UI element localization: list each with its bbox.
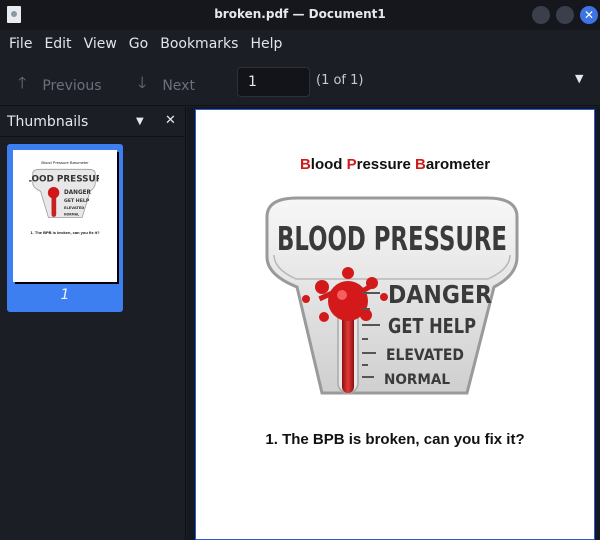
sidebar-dropdown-icon[interactable]: ▼ xyxy=(136,116,144,127)
previous-label: Previous xyxy=(42,77,102,94)
document-question: 1. The BPB is broken, can you fix it? xyxy=(265,431,525,448)
svg-text:ELEVATED: ELEVATED xyxy=(386,345,464,364)
svg-text:GET HELP: GET HELP xyxy=(388,314,476,338)
thumbnail-preview: Blood Pressure Barometer BLOOD PRESSURE … xyxy=(13,150,117,282)
document-view[interactable]: Blood Pressure Barometer BLOOD PRESSURE … xyxy=(187,107,600,540)
document-title: Blood Pressure Barometer xyxy=(299,156,491,173)
minimize-button[interactable] xyxy=(532,6,550,24)
thumbnail-title: Blood Pressure Barometer xyxy=(41,160,89,165)
page-number-input[interactable]: 1 xyxy=(237,67,310,97)
thumbnails-sidebar: Thumbnails ▼ ✕ Blood Pressure Barometer … xyxy=(0,107,186,540)
svg-text:GET HELP: GET HELP xyxy=(64,198,90,204)
svg-text:DANGER: DANGER xyxy=(388,280,492,309)
pdf-viewer-window: broken.pdf — Document1 ✕ File Edit View … xyxy=(0,0,600,540)
menu-help[interactable]: Help xyxy=(245,36,287,52)
svg-text:BLOOD PRESSURE: BLOOD PRESSURE xyxy=(29,175,99,185)
previous-page-button[interactable]: 🡑 Previous xyxy=(18,72,102,99)
chevron-down-icon[interactable]: ▼ xyxy=(575,72,583,85)
maximize-button[interactable] xyxy=(556,6,574,24)
arrow-down-icon: 🡓 xyxy=(138,73,147,92)
svg-text:DANGER: DANGER xyxy=(64,190,92,196)
svg-text:BLOOD PRESSURE: BLOOD PRESSURE xyxy=(277,219,507,258)
arrow-up-icon: 🡑 xyxy=(18,73,27,92)
menu-edit[interactable]: Edit xyxy=(39,36,76,52)
title-bar: broken.pdf — Document1 ✕ xyxy=(0,0,600,30)
next-page-button[interactable]: 🡓 Next xyxy=(138,72,195,99)
thumbnail-page-1[interactable]: Blood Pressure Barometer BLOOD PRESSURE … xyxy=(7,144,123,312)
menu-bookmarks[interactable]: Bookmarks xyxy=(155,36,243,52)
thumbnail-question: 1. The BPB is broken, can you fix it? xyxy=(30,230,100,235)
next-label: Next xyxy=(162,77,195,94)
sidebar-title: Thumbnails xyxy=(7,113,89,130)
pdf-page: Blood Pressure Barometer BLOOD PRESSURE … xyxy=(195,109,595,540)
sidebar-header: Thumbnails ▼ ✕ xyxy=(0,107,185,137)
blood-pressure-barometer-image: BLOOD PRESSURE DANGER GET HELP ELEVATED … xyxy=(265,196,519,395)
close-window-button[interactable]: ✕ xyxy=(580,6,598,24)
svg-text:NORMAL: NORMAL xyxy=(64,212,79,216)
thumbnail-page-number: 1 xyxy=(60,287,70,303)
toolbar: 🡑 Previous 🡓 Next 1 (1 of 1) ▼ xyxy=(0,58,600,106)
thumbnail-image: BLOOD PRESSURE DANGER GET HELP ELEVATED … xyxy=(29,168,99,218)
menu-view[interactable]: View xyxy=(79,36,122,52)
sidebar-close-icon[interactable]: ✕ xyxy=(165,113,176,128)
page-count-label: (1 of 1) xyxy=(316,73,364,88)
window-title: broken.pdf — Document1 xyxy=(214,7,386,21)
menu-bar: File Edit View Go Bookmarks Help xyxy=(0,30,600,58)
svg-text:NORMAL: NORMAL xyxy=(384,372,450,388)
menu-file[interactable]: File xyxy=(4,36,37,52)
menu-go[interactable]: Go xyxy=(124,36,153,52)
svg-text:ELEVATED: ELEVATED xyxy=(64,206,84,210)
